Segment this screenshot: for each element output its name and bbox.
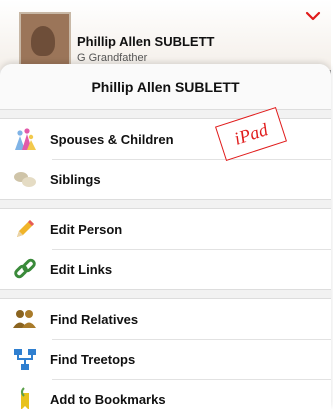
menu-item-label: Add to Bookmarks [50, 391, 166, 407]
menu-group-find: Find Relatives Find Treetops Add to Book… [0, 298, 331, 409]
person-relationship: G Grandfather [77, 52, 148, 64]
relatives-icon [12, 306, 38, 332]
menu-item-label: Edit Links [50, 261, 113, 277]
menu-item-add-bookmarks[interactable]: Add to Bookmarks [0, 379, 331, 409]
action-sheet: Phillip Allen SUBLETT Spouses & Children [0, 64, 331, 409]
person-header: Phillip Allen SUBLETT G Grandfather [0, 0, 331, 72]
menu-item-edit-links[interactable]: Edit Links [0, 249, 331, 289]
menu-item-find-treetops[interactable]: Find Treetops [0, 339, 331, 379]
treetops-icon [12, 346, 38, 372]
menu-item-label: Find Treetops [50, 351, 136, 367]
pencil-icon [12, 216, 38, 242]
person-name: Phillip Allen SUBLETT [77, 34, 215, 49]
menu-item-label: Spouses & Children [50, 131, 174, 147]
bookmark-icon [12, 386, 38, 409]
menu-item-siblings[interactable]: Siblings [0, 159, 331, 199]
screen-frame: Phillip Allen SUBLETT G Grandfather Phil… [0, 0, 331, 409]
chevron-down-icon[interactable] [305, 10, 321, 22]
person-photo [19, 12, 71, 72]
link-icon [12, 256, 38, 282]
menu-item-edit-person[interactable]: Edit Person [0, 209, 331, 249]
menu-item-label: Edit Person [50, 221, 123, 237]
menu-group-edit: Edit Person Edit Links [0, 208, 331, 290]
menu-item-find-relatives[interactable]: Find Relatives [0, 299, 331, 339]
siblings-icon [12, 166, 38, 192]
menu-item-label: Find Relatives [50, 311, 139, 327]
family-icon [12, 126, 38, 152]
menu-item-label: Siblings [50, 171, 101, 187]
sheet-title: Phillip Allen SUBLETT [0, 64, 331, 110]
